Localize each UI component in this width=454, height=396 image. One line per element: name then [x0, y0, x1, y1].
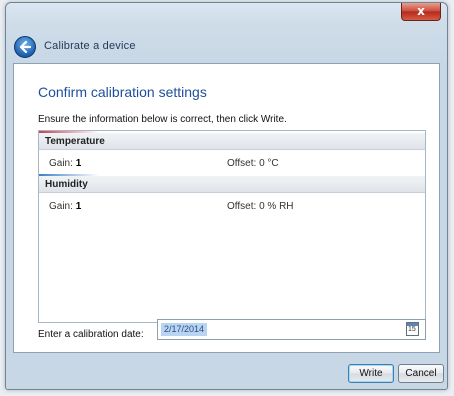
gain-label: Gain: [49, 158, 73, 169]
offset-value: 0 °C [259, 158, 279, 169]
navigation-bar: Calibrate a device [14, 36, 314, 58]
gain-label: Gain: [49, 201, 73, 212]
group-header-humidity: Humidity [39, 176, 425, 193]
offset-label: Offset: [227, 201, 257, 212]
breadcrumb: Calibrate a device [44, 40, 136, 52]
back-button[interactable] [14, 36, 36, 58]
calibration-dialog: x Calibrate a device Confirm calibration… [5, 2, 448, 390]
content-area: Confirm calibration settings Ensure the … [13, 63, 440, 353]
temperature-offset: Offset: 0 °C [227, 158, 279, 169]
calibration-date-label: Enter a calibration date: [38, 329, 144, 340]
humidity-gain: Gain: 1 [49, 201, 81, 212]
calendar-day: 15 [408, 326, 416, 333]
page-title: Confirm calibration settings [38, 84, 207, 100]
gain-value: 1 [75, 158, 82, 169]
cancel-button[interactable]: Cancel [398, 364, 444, 383]
settings-summary-panel: Temperature Gain: 1 Offset: 0 °C Humidit… [38, 130, 426, 323]
write-button[interactable]: Write [348, 364, 394, 383]
offset-value: 0 % RH [259, 201, 294, 212]
instruction-text: Ensure the information below is correct,… [38, 114, 287, 125]
calibration-date-field[interactable]: 2/17/2014 15 [157, 319, 426, 340]
group-header-temperature: Temperature [39, 133, 425, 150]
back-arrow-icon [19, 41, 31, 53]
calendar-icon[interactable]: 15 [406, 322, 419, 336]
humidity-offset: Offset: 0 % RH [227, 201, 294, 212]
offset-label: Offset: [227, 158, 257, 169]
temperature-gain: Gain: 1 [49, 158, 81, 169]
gain-value: 1 [75, 201, 82, 212]
calibration-date-value[interactable]: 2/17/2014 [161, 323, 208, 336]
close-button[interactable]: x [401, 3, 441, 21]
